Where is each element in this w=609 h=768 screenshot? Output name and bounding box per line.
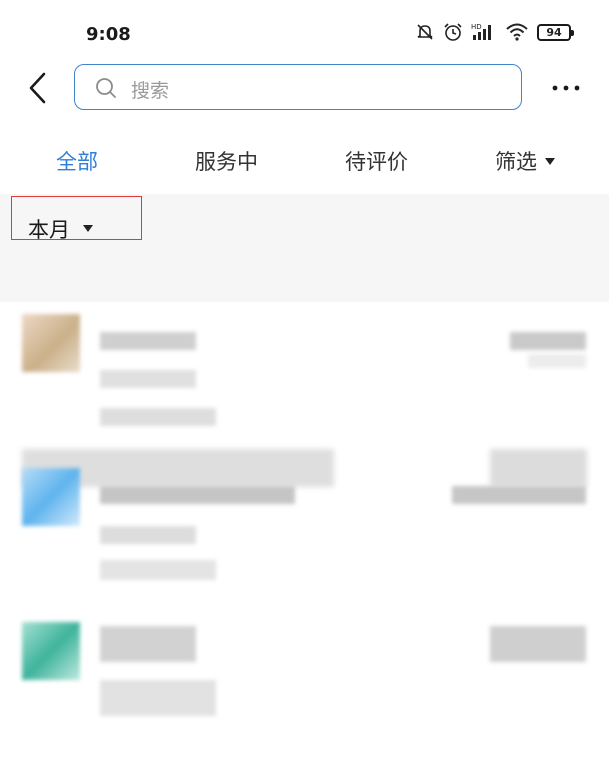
search-placeholder: 搜索 xyxy=(131,80,170,102)
list-item[interactable] xyxy=(0,618,609,768)
back-button[interactable] xyxy=(20,68,56,108)
tab-bar: 全部 服务中 待评价 筛选 xyxy=(0,140,609,182)
item-meta-blurred xyxy=(100,560,216,580)
status-bar: 9:08 HD 94 xyxy=(0,0,609,62)
status-time: 9:08 xyxy=(86,24,131,45)
tab-filter[interactable]: 筛选 xyxy=(495,146,555,176)
item-title-blurred xyxy=(100,332,196,350)
svg-text:HD: HD xyxy=(471,23,482,31)
tab-in-service[interactable]: 服务中 xyxy=(195,146,258,176)
signal-icon: HD xyxy=(471,23,491,40)
item-title-blurred xyxy=(100,626,196,662)
item-meta-blurred xyxy=(100,408,216,426)
list-item[interactable] xyxy=(0,464,609,614)
avatar xyxy=(22,314,80,372)
caret-down-icon xyxy=(83,225,93,232)
item-value-blurred xyxy=(510,332,586,350)
item-value-sub-blurred xyxy=(528,354,586,368)
item-value-blurred xyxy=(490,626,586,662)
alarm-icon xyxy=(444,23,462,41)
search-icon xyxy=(96,78,116,98)
wifi-icon xyxy=(506,23,528,41)
caret-down-icon xyxy=(545,157,555,165)
status-icons: HD 94 xyxy=(415,22,574,42)
avatar xyxy=(22,622,80,680)
item-subtitle-blurred xyxy=(100,526,196,544)
back-chevron-icon xyxy=(29,72,46,104)
item-value-blurred xyxy=(452,486,586,504)
item-subtitle-blurred xyxy=(100,680,216,716)
mute-icon xyxy=(417,24,433,40)
search-input[interactable]: 搜索 xyxy=(74,64,522,110)
item-subtitle-blurred xyxy=(100,370,196,388)
month-filter-label: 本月 xyxy=(28,218,70,242)
tab-filter-label: 筛选 xyxy=(495,150,537,174)
more-icon xyxy=(552,85,580,91)
battery-indicator: 94 xyxy=(537,23,574,41)
avatar xyxy=(22,468,80,526)
list-item[interactable] xyxy=(0,308,609,458)
more-button[interactable] xyxy=(550,78,582,98)
month-filter-dropdown[interactable]: 本月 xyxy=(11,196,142,242)
tab-to-review[interactable]: 待评价 xyxy=(345,146,408,176)
tab-all[interactable]: 全部 xyxy=(56,146,98,176)
item-title-blurred xyxy=(100,486,295,504)
